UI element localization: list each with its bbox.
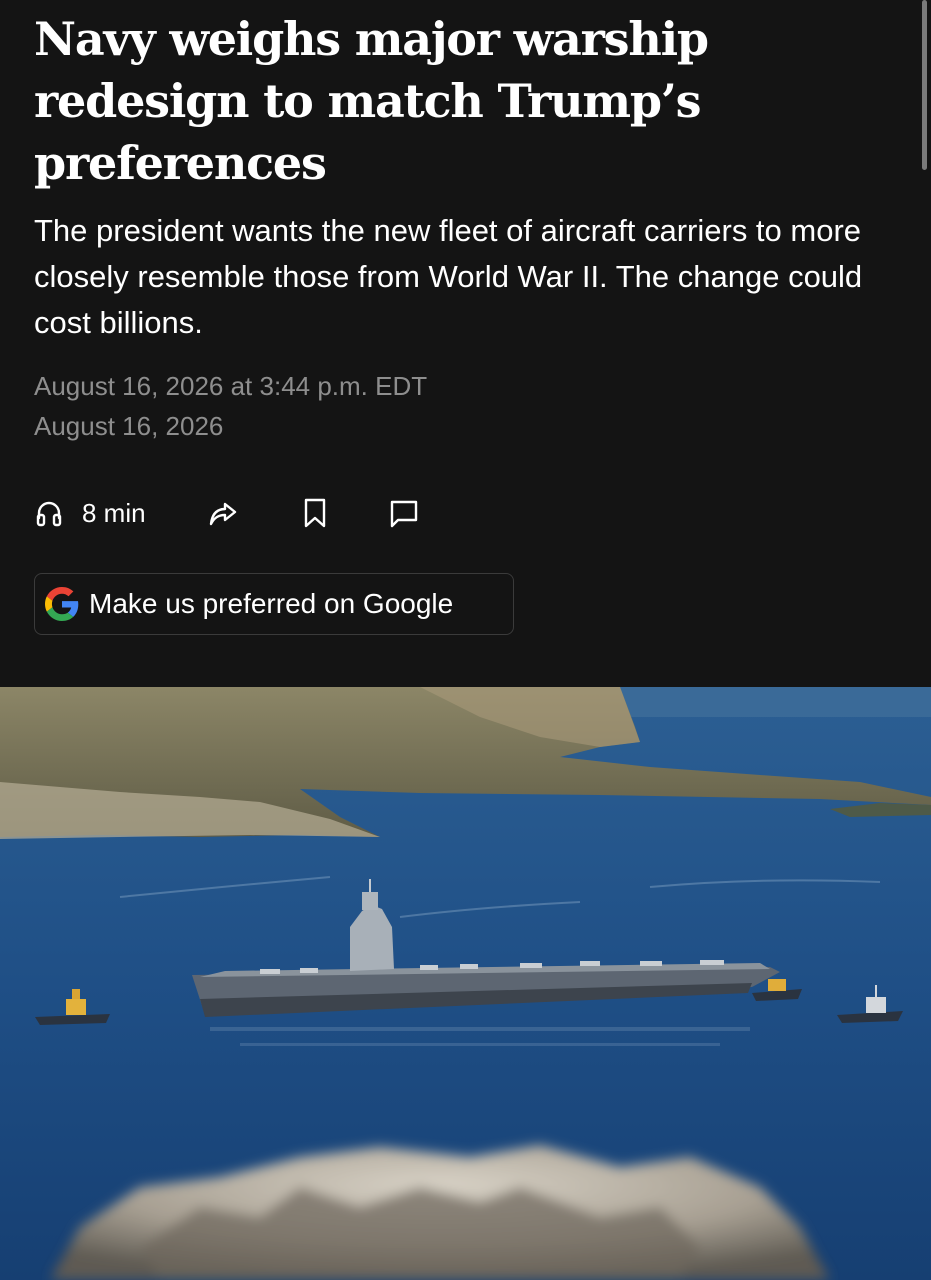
make-us-preferred-button[interactable]: Make us preferred on Google [34,573,514,635]
article-header: Navy weighs major warship redesign to ma… [34,0,904,446]
share-button[interactable] [206,496,240,530]
bookmark-icon [300,497,330,529]
listen-button[interactable]: 8 min [34,498,146,529]
google-g-icon [45,587,79,621]
sky [600,687,931,717]
published-timestamp: August 16, 2026 at 3:44 p.m. EDT [34,371,428,401]
share-arrow-icon [206,496,240,530]
article-actions: 8 min [34,490,420,536]
listen-duration: 8 min [82,497,146,528]
subheadline: The president wants the new fleet of air… [34,213,863,340]
updated-timestamp: August 16, 2026 [34,411,224,441]
make-us-preferred-label: Make us preferred on Google [89,588,454,619]
timestamps: August 16, 2026 at 3:44 p.m. EDT August … [34,366,904,446]
comment-button[interactable] [388,497,420,529]
headphones-icon [34,498,64,528]
comment-icon [388,497,420,529]
scrollbar[interactable] [922,0,927,170]
headline: Navy weighs major warship redesign to ma… [34,12,709,190]
save-button[interactable] [300,497,330,529]
article-lead-photo[interactable] [0,687,931,1280]
